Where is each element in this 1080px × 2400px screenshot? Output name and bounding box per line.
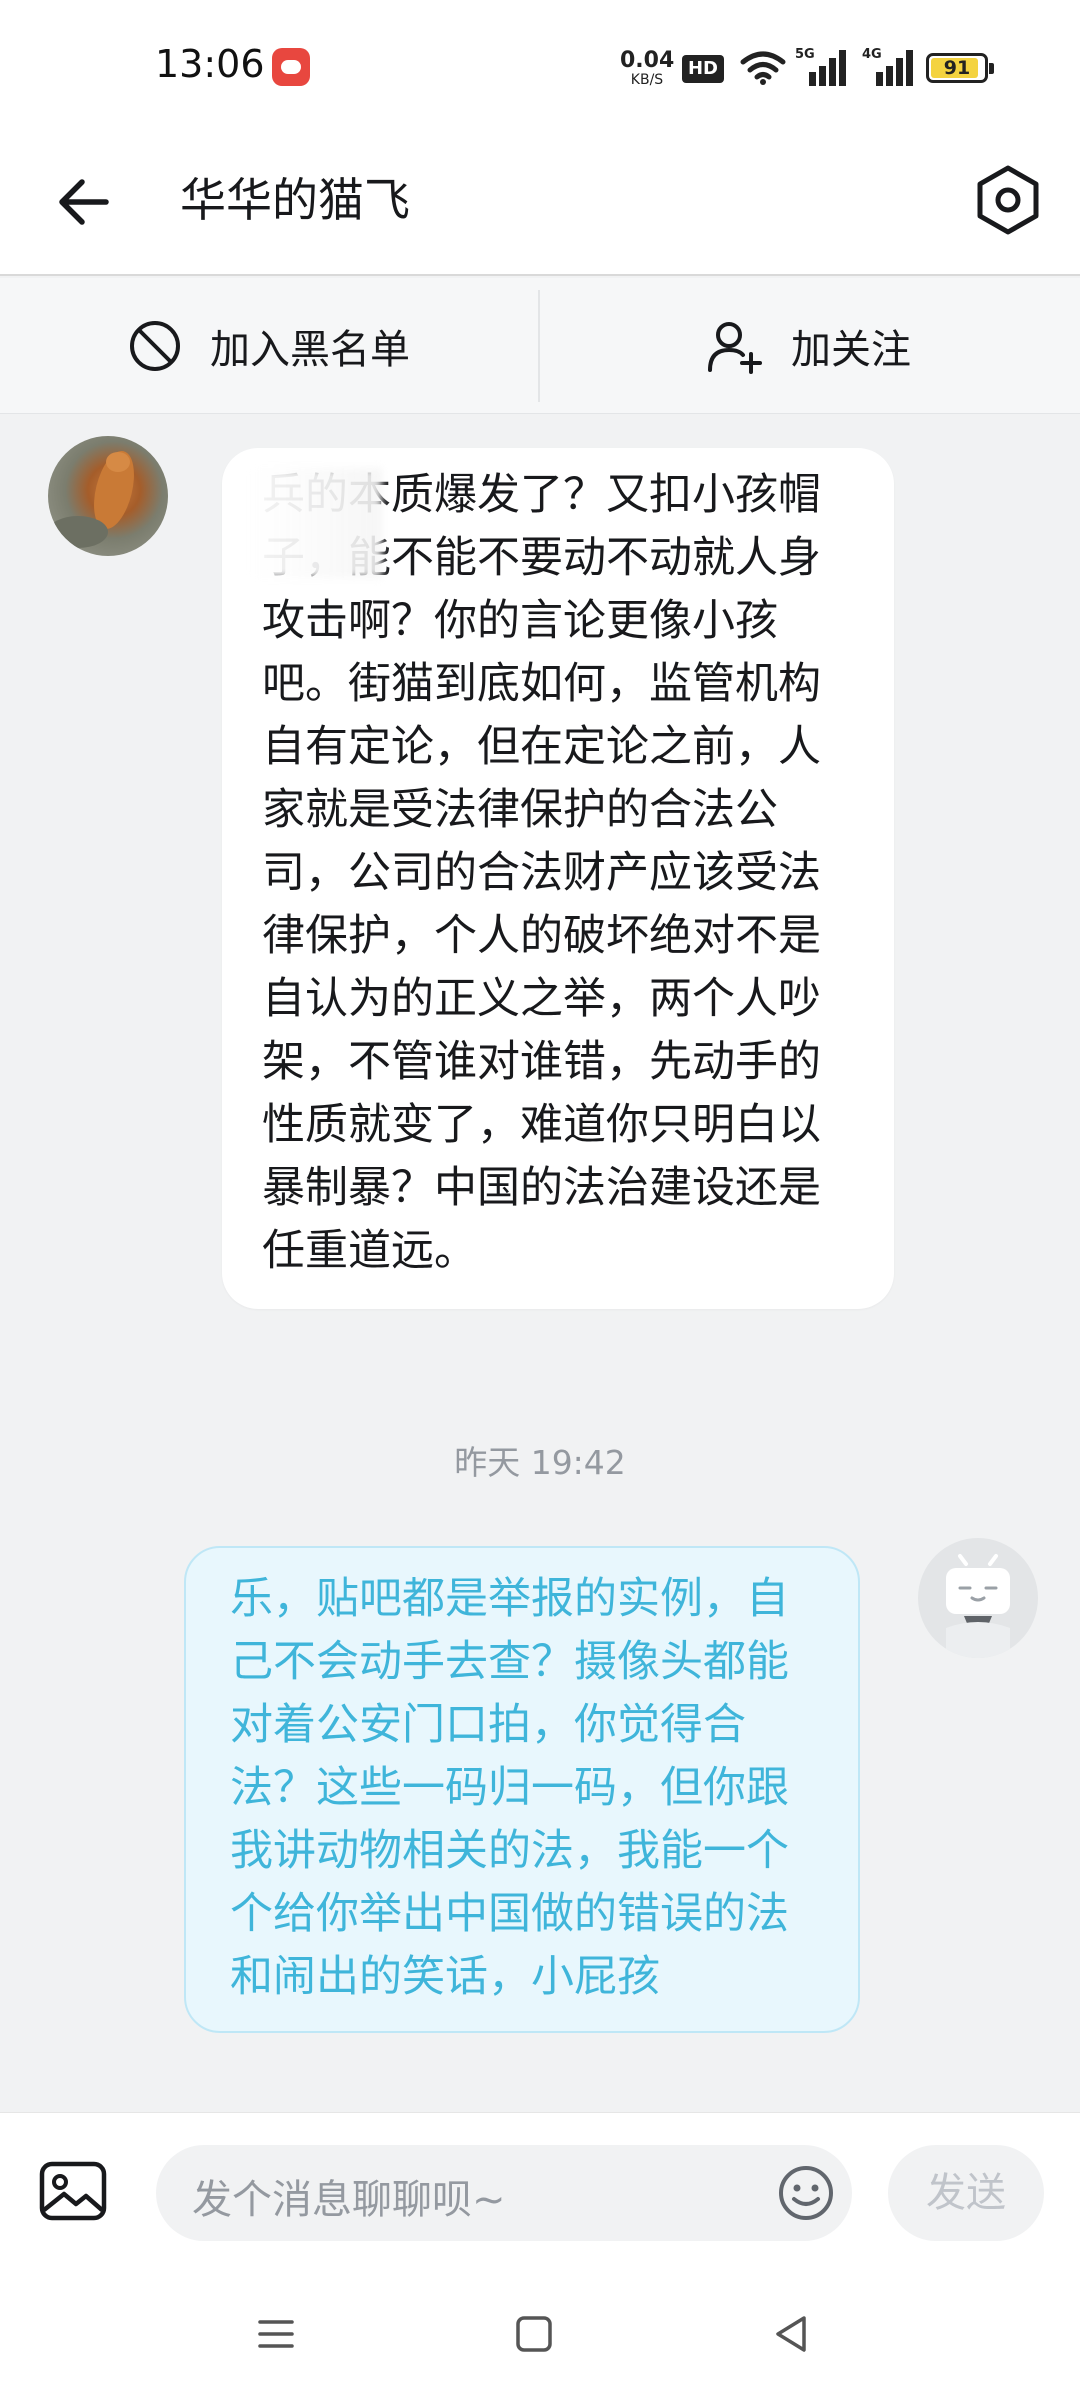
menu-icon[interactable] <box>244 2302 308 2366</box>
chat-area[interactable]: 兵的本质爆发了？又扣小孩帽子，能不能不要动不动就人身攻击啊？你的言论更像小孩吧。… <box>0 414 1080 2112</box>
home-icon[interactable] <box>502 2302 566 2366</box>
follow-label: 加关注 <box>791 327 911 373</box>
settings-icon[interactable] <box>968 160 1048 240</box>
tv-mascot-icon <box>946 1554 1010 1658</box>
message-timestamp: 昨天 19:42 <box>454 1443 626 1482</box>
message-input-bar: 发个消息聊聊呗~ 发送 <box>0 2112 1080 2272</box>
battery-icon: 91 <box>926 53 994 83</box>
avatar[interactable] <box>918 1538 1038 1658</box>
blacklist-label: 加入黑名单 <box>210 327 410 373</box>
action-bar: 加入黑名单 加关注 <box>0 278 1080 414</box>
signal-5g-icon: 5G <box>795 47 846 86</box>
message-text: 兵的本质爆发了？又扣小孩帽子，能不能不要动不动就人身攻击啊？你的言论更像小孩吧。… <box>262 470 821 1276</box>
page-title: 华华的猫飞 <box>180 173 410 227</box>
blacklist-button[interactable]: 加入黑名单 <box>0 278 538 414</box>
signal-4g-label: 4G <box>862 47 882 62</box>
block-icon <box>130 321 180 371</box>
cat-photo-icon <box>48 450 134 548</box>
message-input-placeholder: 发个消息聊聊呗~ <box>192 2177 506 2223</box>
wifi-icon <box>740 51 786 85</box>
avatar[interactable] <box>48 436 168 556</box>
signal-5g-label: 5G <box>795 47 815 62</box>
battery-level: 91 <box>943 57 971 79</box>
message-text: 乐，贴吧都是举报的实例，自己不会动手去查？摄像头都能对着公安门口拍，你觉得合法？… <box>230 1574 789 2002</box>
system-navigation-bar <box>0 2272 1080 2400</box>
chat-header: 华华的猫飞 <box>0 136 1080 276</box>
message-bubble-sent[interactable]: 乐，贴吧都是举报的实例，自己不会动手去查？摄像头都能对着公安门口拍，你觉得合法？… <box>184 1546 860 2033</box>
hd-voice-icon: HD <box>682 55 724 83</box>
back-triangle-icon[interactable] <box>760 2302 824 2366</box>
send-button[interactable]: 发送 <box>888 2145 1044 2241</box>
blurred-region <box>252 468 382 578</box>
message-bubble-received[interactable]: 兵的本质爆发了？又扣小孩帽子，能不能不要动不动就人身攻击啊？你的言论更像小孩吧。… <box>222 448 894 1309</box>
back-arrow-icon[interactable] <box>48 166 120 238</box>
emoji-icon[interactable] <box>776 2163 836 2223</box>
message-input[interactable]: 发个消息聊聊呗~ <box>156 2145 852 2241</box>
signal-4g-icon: 4G <box>862 47 913 86</box>
image-icon[interactable] <box>38 2158 108 2224</box>
app-notification-icon <box>272 48 310 86</box>
status-bar: 13:06 0.04 KB/S HD 5G 4G 91 <box>0 0 1080 136</box>
network-speed: 0.04 KB/S <box>620 48 675 89</box>
network-speed-unit: KB/S <box>630 72 664 88</box>
status-time: 13:06 <box>155 42 265 86</box>
follow-button[interactable]: 加关注 <box>540 278 1078 414</box>
add-user-icon <box>708 322 762 374</box>
network-speed-value: 0.04 <box>620 48 675 73</box>
